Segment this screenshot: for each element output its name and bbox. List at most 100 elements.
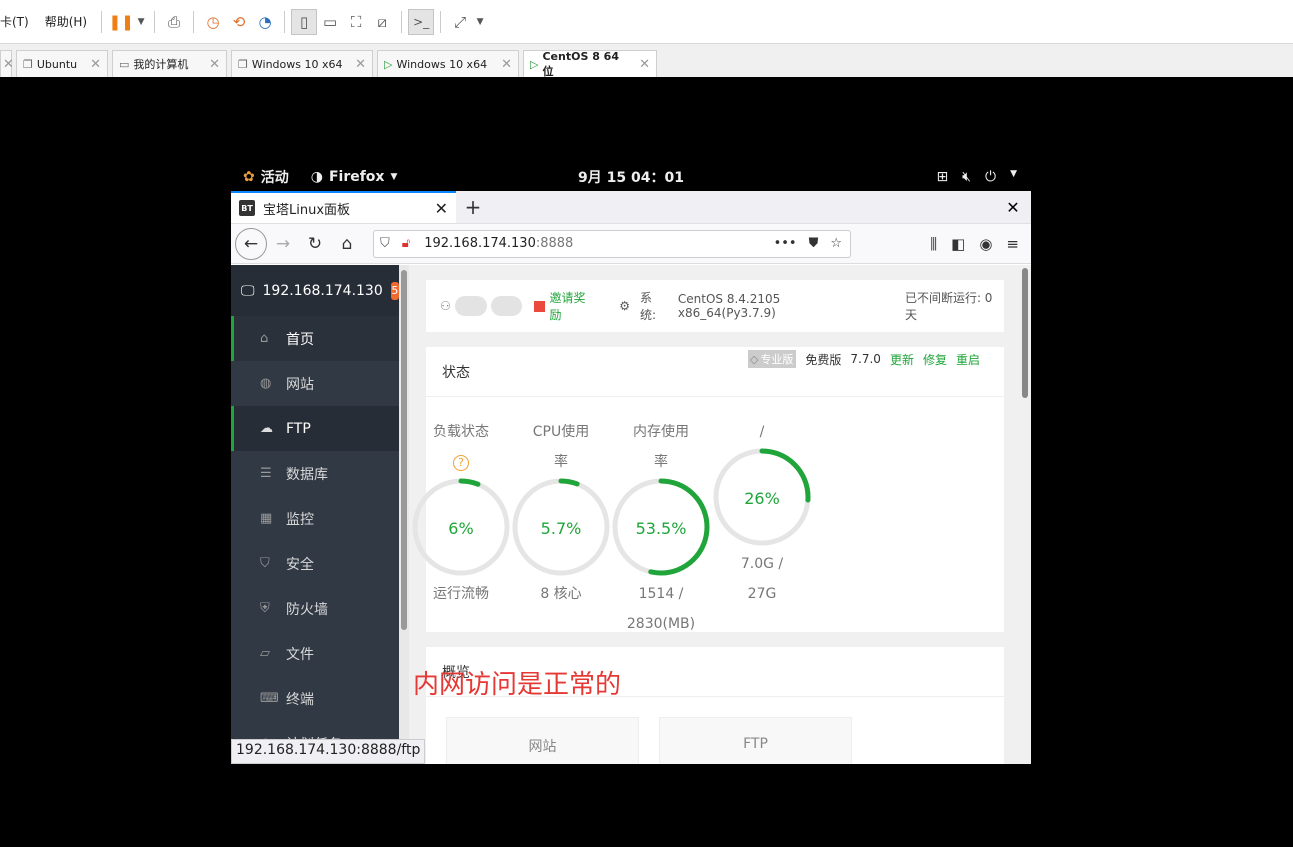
new-tab-button[interactable]: +: [456, 191, 490, 223]
reload-icon[interactable]: ↻: [299, 228, 331, 260]
toolbar-divider: [440, 10, 442, 33]
bookmark-star-icon[interactable]: ☆: [830, 236, 842, 251]
sidebar-icon[interactable]: ◧: [951, 235, 965, 253]
globe-icon: ◍: [260, 376, 272, 391]
forward-arrow-icon[interactable]: →: [267, 228, 299, 260]
gauge-load[interactable]: 负载状态 ? 6% 运行流畅: [411, 417, 511, 609]
gnome-top-bar: ✿ 活动 ◑ Firefox ▼ 9月 15 04：01 ⊞ 🔇︎ ⏻ ▼: [231, 163, 1031, 191]
close-icon[interactable]: ✕: [199, 57, 220, 72]
close-icon[interactable]: ✕: [80, 57, 101, 72]
bt-favicon-icon: BT: [239, 200, 255, 216]
stretch-icon[interactable]: ⤢: [447, 9, 473, 35]
toolbar-divider: [101, 10, 103, 33]
toolbar-divider: [154, 10, 156, 33]
url-text[interactable]: 192.168.174.130:8888: [424, 236, 573, 251]
main-scrollbar[interactable]: [1019, 265, 1031, 764]
gauge-cpu[interactable]: CPU使用 率 5.7% 8 核心: [511, 417, 611, 609]
revert-snapshot-icon[interactable]: ⟲: [226, 9, 252, 35]
scrollbar-thumb[interactable]: [1022, 268, 1028, 398]
sidebar-item-website[interactable]: ◍ 网站: [231, 361, 399, 406]
gauge-detail: 8 核心: [540, 586, 582, 602]
terminal-icon: ⌨: [260, 691, 279, 706]
browser-tab[interactable]: BT 宝塔Linux面板 ✕: [231, 191, 456, 223]
network-icon: ⊞: [936, 169, 949, 185]
vm-tab-my-computer[interactable]: ▭ 我的计算机 ✕: [112, 50, 227, 77]
more-actions-icon[interactable]: •••: [774, 236, 797, 251]
gauge-title: CPU使用: [532, 424, 590, 440]
sidebar-item-security[interactable]: ⛉ 安全: [231, 541, 399, 586]
insecure-lock-icon[interactable]: 🔓︎: [402, 236, 410, 251]
server-host[interactable]: 🖵︎ 192.168.174.130 5: [231, 265, 399, 316]
info-card: ⚇ 邀请奖励 ⚙ 系统: CentOS 8.4.2105 x86_64(Py3.7.…: [426, 280, 1004, 332]
back-arrow-icon[interactable]: ←: [235, 227, 267, 260]
pocket-icon[interactable]: ⛊: [809, 236, 819, 251]
unity-icon[interactable]: ⧄: [369, 9, 395, 35]
firefox-window: BT 宝塔Linux面板 ✕ + ✕ ← → ↻ ⌂ ⛉ 🔓︎ 192.168.…: [231, 191, 1031, 764]
update-link[interactable]: 更新: [890, 351, 914, 368]
overview-ftp-box[interactable]: FTP: [659, 717, 852, 764]
system-tray[interactable]: ⊞ 🔇︎ ⏻ ▼: [936, 169, 1017, 185]
vm-icon: ❐: [238, 57, 248, 71]
close-icon[interactable]: ✕: [3, 57, 14, 72]
send-keys-icon[interactable]: ⎙: [161, 9, 187, 35]
thumbnail-view-icon[interactable]: ▭: [317, 9, 343, 35]
console-icon[interactable]: >_: [408, 8, 435, 35]
overview-website-box[interactable]: 网站: [446, 717, 639, 764]
sidebar-item-database[interactable]: ☰ 数据库: [231, 451, 399, 496]
snapshot-icon[interactable]: ◷: [200, 9, 226, 35]
account-icon[interactable]: ◉: [979, 235, 992, 253]
tracking-shield-icon[interactable]: ⛉: [380, 236, 390, 251]
gauge-disk[interactable]: / 26% 7.0G / 27G: [712, 417, 812, 609]
gauge-title: 负载状态: [433, 424, 489, 440]
vm-tab-windows-1[interactable]: ❐ Windows 10 x64 ✕: [231, 50, 373, 77]
sidebar-item-files[interactable]: ▱ 文件: [231, 631, 399, 676]
toolbar-divider: [284, 10, 286, 33]
vm-tab-ubuntu[interactable]: ❐ Ubuntu ✕: [16, 50, 108, 77]
menu-card[interactable]: 卡(T): [0, 13, 37, 30]
system-info: ⚙ 系统: CentOS 8.4.2105 x86_64(Py3.7.9): [619, 289, 881, 323]
sidebar-item-ftp[interactable]: ☁ FTP: [231, 406, 399, 451]
gauge-memory[interactable]: 内存使用 率 53.5% 1514 / 2830(MB): [611, 417, 711, 639]
home-icon[interactable]: ⌂: [331, 228, 363, 260]
scrollbar-thumb[interactable]: [401, 270, 407, 630]
notification-badge[interactable]: 5: [390, 281, 399, 300]
repair-link[interactable]: 修复: [923, 351, 947, 368]
close-window-icon[interactable]: ✕: [995, 191, 1031, 223]
toolbar-divider: [401, 10, 403, 33]
chevron-down-icon: ▼: [390, 172, 398, 182]
restart-link[interactable]: 重启: [956, 351, 980, 368]
vm-tab-windows-2[interactable]: ▷ Windows 10 x64 ✕: [377, 50, 519, 77]
sidebar-scrollbar[interactable]: [399, 265, 409, 764]
vm-tab-partial[interactable]: ✕: [0, 50, 14, 77]
sidebar-item-home[interactable]: ⌂ 首页: [231, 316, 399, 361]
library-icon[interactable]: ⫼: [930, 235, 937, 253]
diamond-icon: ◇: [749, 352, 759, 366]
fullscreen-icon[interactable]: ⛶: [343, 9, 369, 35]
menu-help[interactable]: 帮助(H): [37, 13, 95, 30]
invite-reward-link[interactable]: 邀请奖励: [534, 289, 597, 323]
vm-tab-centos[interactable]: ▷ CentOS 8 64 位 ✕: [523, 49, 657, 78]
user-icon: ⚇: [440, 299, 451, 313]
vm-tab-label: CentOS 8 64 位: [542, 49, 619, 78]
pause-icon[interactable]: ❚❚: [108, 9, 134, 35]
sidebar-item-monitor[interactable]: ▦ 监控: [231, 496, 399, 541]
close-icon[interactable]: ✕: [491, 57, 512, 72]
url-bar[interactable]: ⛉ 🔓︎ 192.168.174.130:8888 ••• ⛊ ☆: [373, 229, 851, 258]
sidebar-item-terminal[interactable]: ⌨ 终端: [231, 676, 399, 721]
annotation-note: 内网访问是正常的: [413, 670, 622, 700]
close-icon[interactable]: ✕: [345, 57, 366, 72]
gauge-percent: 53.5%: [635, 519, 687, 538]
activities-label: 活动: [260, 170, 289, 186]
chevron-down-icon[interactable]: ▼: [134, 9, 148, 35]
close-tab-icon[interactable]: ✕: [435, 199, 448, 218]
library-view-icon[interactable]: ▯: [291, 8, 318, 35]
sidebar-item-firewall[interactable]: ⛨ 防火墙: [231, 586, 399, 631]
activities-button[interactable]: ✿ 活动: [243, 167, 289, 187]
help-icon[interactable]: ?: [411, 447, 511, 477]
app-menu-firefox[interactable]: ◑ Firefox ▼: [311, 169, 398, 185]
pro-edition-tag[interactable]: ◇ 专业版: [747, 350, 797, 368]
hamburger-menu-icon[interactable]: ≡: [1006, 235, 1019, 253]
chevron-down-icon[interactable]: ▼: [473, 9, 487, 35]
close-icon[interactable]: ✕: [629, 57, 650, 72]
snapshot-manager-icon[interactable]: ◔: [252, 9, 278, 35]
